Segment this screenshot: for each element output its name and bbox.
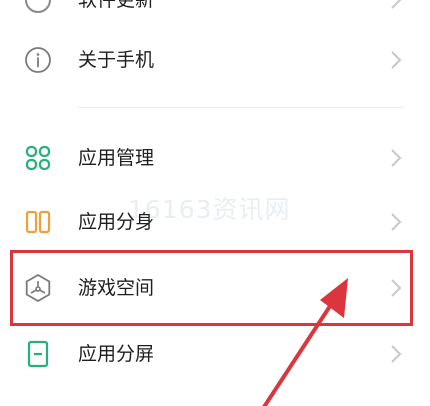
section-divider	[78, 107, 404, 108]
settings-page: 软件更新 关于手机 16163资讯网 应用管理 应用分身 游戏空间 应用分屏	[0, 0, 430, 406]
menu-item-label: 应用管理	[78, 147, 155, 169]
chevron-right-icon	[391, 149, 402, 167]
menu-item-app-management[interactable]: 应用管理	[0, 126, 430, 190]
chevron-right-icon	[391, 51, 402, 69]
menu-item-label: 软件更新	[78, 0, 155, 11]
menu-item-label: 应用分身	[78, 211, 155, 233]
dual-app-icon	[25, 210, 51, 234]
menu-item-split-screen[interactable]: 应用分屏	[0, 322, 430, 386]
app-grid-icon	[25, 145, 51, 171]
update-icon	[25, 0, 51, 13]
highlight-box	[10, 250, 413, 326]
info-icon	[25, 47, 51, 73]
chevron-right-icon	[391, 213, 402, 231]
split-screen-icon	[27, 340, 49, 368]
chevron-right-icon	[391, 0, 402, 9]
chevron-right-icon	[391, 345, 402, 363]
menu-item-label: 应用分屏	[78, 343, 155, 365]
menu-item-app-clone[interactable]: 应用分身	[0, 190, 430, 254]
menu-item-about-phone[interactable]: 关于手机	[0, 28, 430, 92]
menu-item-label: 关于手机	[78, 49, 155, 71]
